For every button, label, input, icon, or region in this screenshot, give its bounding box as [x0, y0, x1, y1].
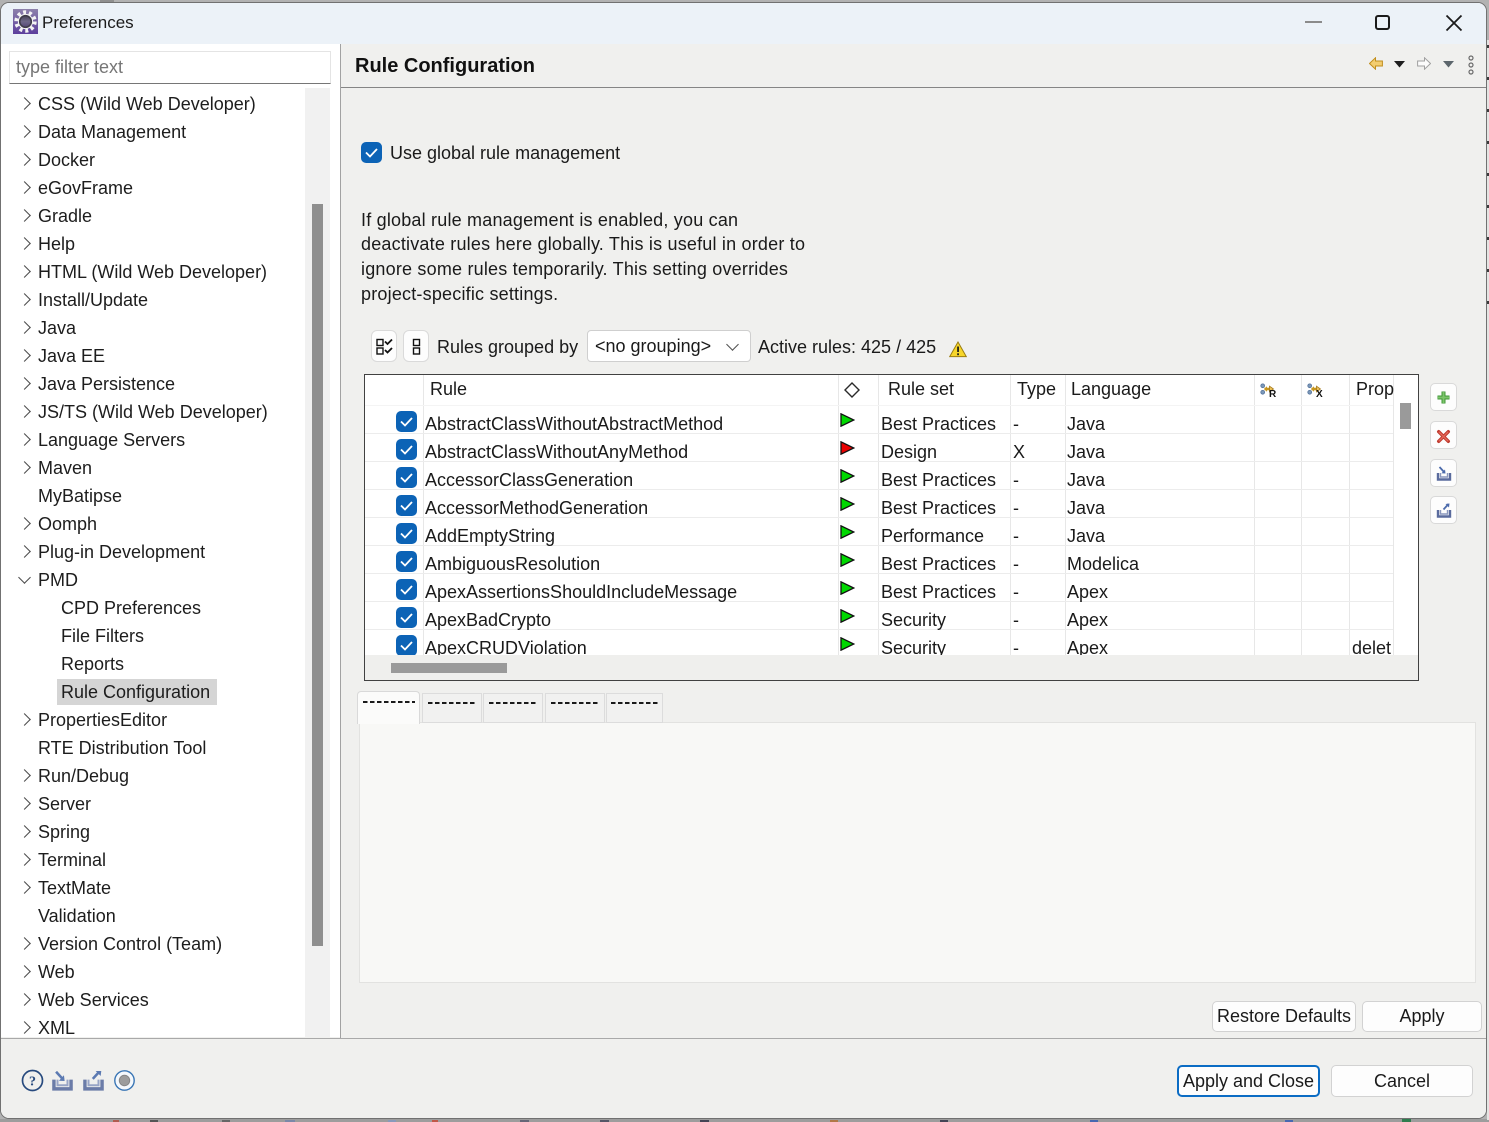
svg-text:R: R: [1269, 389, 1276, 398]
svg-text:X: X: [1316, 389, 1323, 398]
svg-text:?: ?: [29, 1075, 36, 1090]
